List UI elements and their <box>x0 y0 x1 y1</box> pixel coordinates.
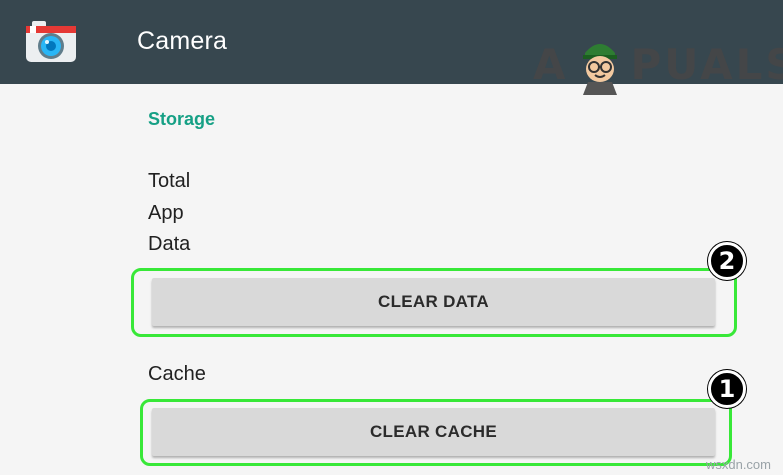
total-label: Total <box>148 170 191 192</box>
step-1-badge: 1 <box>708 370 746 408</box>
clear-data-button[interactable]: CLEAR DATA <box>152 278 715 326</box>
app-title: Camera <box>137 27 228 55</box>
cache-label: Cache <box>148 363 206 385</box>
app-label: App <box>148 202 184 224</box>
storage-section-title: Storage <box>148 109 216 129</box>
step-2-badge: 2 <box>708 242 746 280</box>
mascot-icon <box>571 33 629 95</box>
watermark-text-left: A <box>533 39 569 89</box>
appuals-watermark: A PUALS <box>533 33 783 95</box>
watermark-text-right: PUALS <box>630 39 783 89</box>
site-watermark: wsxdn.com <box>705 457 771 472</box>
clear-cache-button[interactable]: CLEAR CACHE <box>152 408 715 456</box>
camera-icon <box>24 18 78 64</box>
data-label: Data <box>148 233 191 255</box>
